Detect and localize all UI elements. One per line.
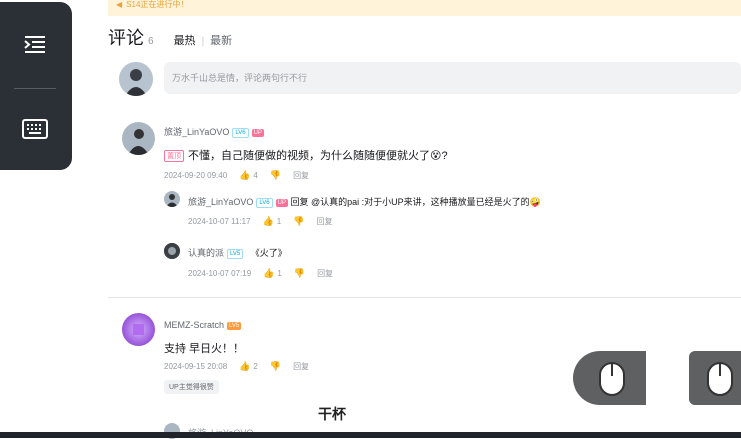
comment-meta: 2024-09-15 20:08 👍 2 👎 回复 [164, 361, 309, 372]
reply-username[interactable]: 旅游_LinYaOVO [188, 197, 253, 207]
dislike-icon[interactable]: 👎 [294, 268, 305, 279]
taskbar [0, 432, 741, 438]
banner-text: S14正在进行中！ [126, 0, 189, 9]
reply-avatar[interactable] [164, 243, 180, 259]
comment-header: 评论 6 最热 | 最新 [108, 24, 232, 50]
reply-button[interactable]: 回复 [316, 216, 332, 227]
like-count: 4 [253, 171, 258, 180]
list-indent-icon[interactable] [20, 32, 50, 58]
up-badge: UP [251, 128, 264, 137]
username-text[interactable]: 旅游_LinYaOVO [164, 127, 229, 137]
sticker-text: 干杯 [318, 406, 346, 422]
dislike-icon[interactable]: 👎 [293, 216, 304, 227]
sidebar-divider [14, 88, 56, 89]
up-badge: UP [275, 198, 288, 207]
level-badge: LV5 [227, 321, 242, 330]
level-badge: LV6 [232, 127, 249, 138]
comment-input[interactable]: 万水千山总是情，评论两句行不行 [164, 62, 741, 94]
mouse-icon [707, 362, 733, 396]
commenter-avatar[interactable] [122, 313, 155, 346]
reply-text: 回复 @认真的pai :对于小UP来讲，这种播放量已经是火了的 [290, 197, 530, 207]
comment-input-placeholder: 万水千山总是情，评论两句行不行 [172, 73, 308, 83]
comment-body: 支持 早日火！！ [164, 343, 245, 355]
comment-body: 不懂，自己随便做的视频，为什么随随便便就火了 [188, 150, 430, 162]
notice-banner[interactable]: ◀ S14正在进行中！ [108, 0, 741, 16]
mouse-button-right[interactable] [689, 351, 741, 405]
reply-time: 2024-10-07 11:17 [188, 217, 251, 226]
speaker-icon: ◀ [116, 0, 123, 9]
sort-new-tab[interactable]: 最新 [210, 32, 232, 48]
comment-trail: ? [441, 150, 448, 162]
comment-meta: 2024-09-20 09:40 👍 4 👎 回复 [164, 170, 309, 181]
keyboard-icon[interactable] [20, 116, 50, 142]
comment-divider [108, 297, 741, 298]
reply-username[interactable]: 认真的派 [188, 248, 224, 258]
reply-line: 认真的派 LV5 《火了》 [188, 246, 287, 259]
cheers-sticker: 干杯 [318, 404, 346, 424]
reply-avatar[interactable] [164, 191, 180, 207]
comment-title: 评论 [108, 28, 144, 48]
reply-meta: 2024-10-07 11:17 👍 1 👎 回复 [188, 216, 332, 227]
comment-time: 2024-09-15 20:08 [164, 362, 228, 371]
like-count: 1 [276, 217, 282, 226]
comment-count: 6 [148, 36, 154, 47]
dislike-icon[interactable]: 👎 [270, 361, 281, 372]
like-icon[interactable]: 👍 [239, 361, 250, 372]
commenter-avatar[interactable] [122, 122, 155, 155]
sort-hot-tab[interactable]: 最热 [174, 32, 196, 48]
username-text[interactable]: MEMZ-Scratch [164, 320, 224, 330]
reply-line: 旅游_LinYaOVO LV6 UP 回复 @认真的pai :对于小UP来讲，这种播… [188, 195, 541, 208]
sort-separator: | [201, 36, 205, 47]
dislike-icon[interactable]: 👎 [270, 170, 281, 181]
like-count: 2 [253, 362, 258, 371]
like-icon[interactable]: 👍 [239, 170, 250, 181]
pinned-badge: 置顶 [164, 150, 184, 163]
level-badge: LV6 [256, 197, 273, 208]
my-avatar[interactable] [119, 62, 153, 96]
like-count: 1 [277, 269, 282, 278]
level-badge: LV5 [227, 248, 244, 259]
side-toolbar [0, 2, 72, 170]
mouse-icon [599, 362, 625, 396]
up-liked-chip: UP主觉得很赞 [164, 380, 219, 394]
crazy-emoji-icon: 🤪 [529, 197, 541, 207]
like-icon[interactable]: 👍 [263, 216, 274, 227]
reply-time: 2024-10-07 07:19 [188, 269, 252, 278]
reply-button[interactable]: 回复 [293, 361, 309, 372]
dizzy-emoji-icon: 😵 [430, 150, 442, 162]
like-icon[interactable]: 👍 [263, 268, 274, 279]
comment-username[interactable]: 旅游_LinYaOVO LV6 UP [164, 125, 264, 138]
comment-username[interactable]: MEMZ-Scratch LV5 [164, 320, 242, 330]
comment-text: 置顶 不懂，自己随便做的视频，为什么随随便便就火了😵? [164, 147, 448, 163]
reply-button[interactable]: 回复 [293, 170, 309, 181]
reply-meta: 2024-10-07 07:19 👍 1 👎 回复 [188, 268, 333, 279]
comment-time: 2024-09-20 09:40 [164, 171, 228, 180]
reply-text: 《火了》 [250, 248, 287, 258]
reply-button[interactable]: 回复 [317, 268, 333, 279]
mouse-button-left[interactable] [573, 351, 646, 405]
